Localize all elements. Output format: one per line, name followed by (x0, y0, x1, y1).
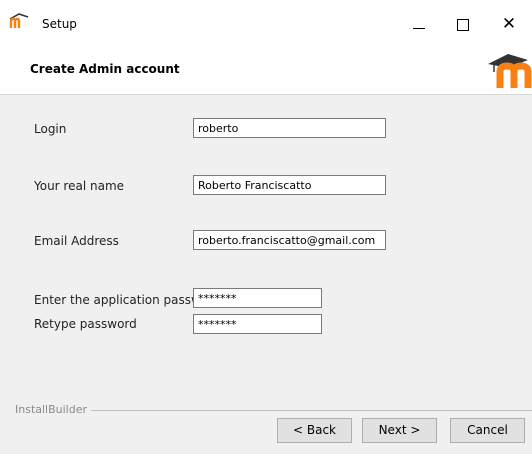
minimize-button[interactable] (402, 10, 436, 38)
back-button[interactable]: < Back (277, 418, 352, 443)
login-label: Login (34, 122, 67, 136)
password-input[interactable] (193, 288, 322, 308)
footer-divider (85, 410, 532, 411)
wizard-header: Create Admin account (0, 42, 532, 95)
real-name-input[interactable] (193, 175, 386, 195)
minimize-icon (413, 28, 425, 29)
login-input[interactable] (193, 118, 386, 138)
moodle-logo (488, 54, 532, 88)
maximize-icon (457, 19, 469, 31)
maximize-button[interactable] (446, 10, 480, 38)
close-button[interactable]: ✕ (492, 10, 526, 38)
page-title: Create Admin account (30, 62, 180, 76)
cancel-button[interactable]: Cancel (450, 418, 525, 443)
close-icon: ✕ (501, 14, 517, 34)
real-name-label: Your real name (34, 179, 125, 193)
next-button[interactable]: Next > (362, 418, 437, 443)
email-label: Email Address (34, 234, 119, 248)
installbuilder-label: InstallBuilder (15, 403, 92, 416)
retype-password-input[interactable] (193, 314, 322, 334)
moodle-app-icon (9, 13, 29, 28)
email-input[interactable] (193, 230, 386, 250)
setup-window: Setup ✕ Create Admin account Login Your … (0, 0, 532, 454)
window-title: Setup (42, 17, 77, 31)
retype-password-label: Retype password (34, 317, 137, 331)
